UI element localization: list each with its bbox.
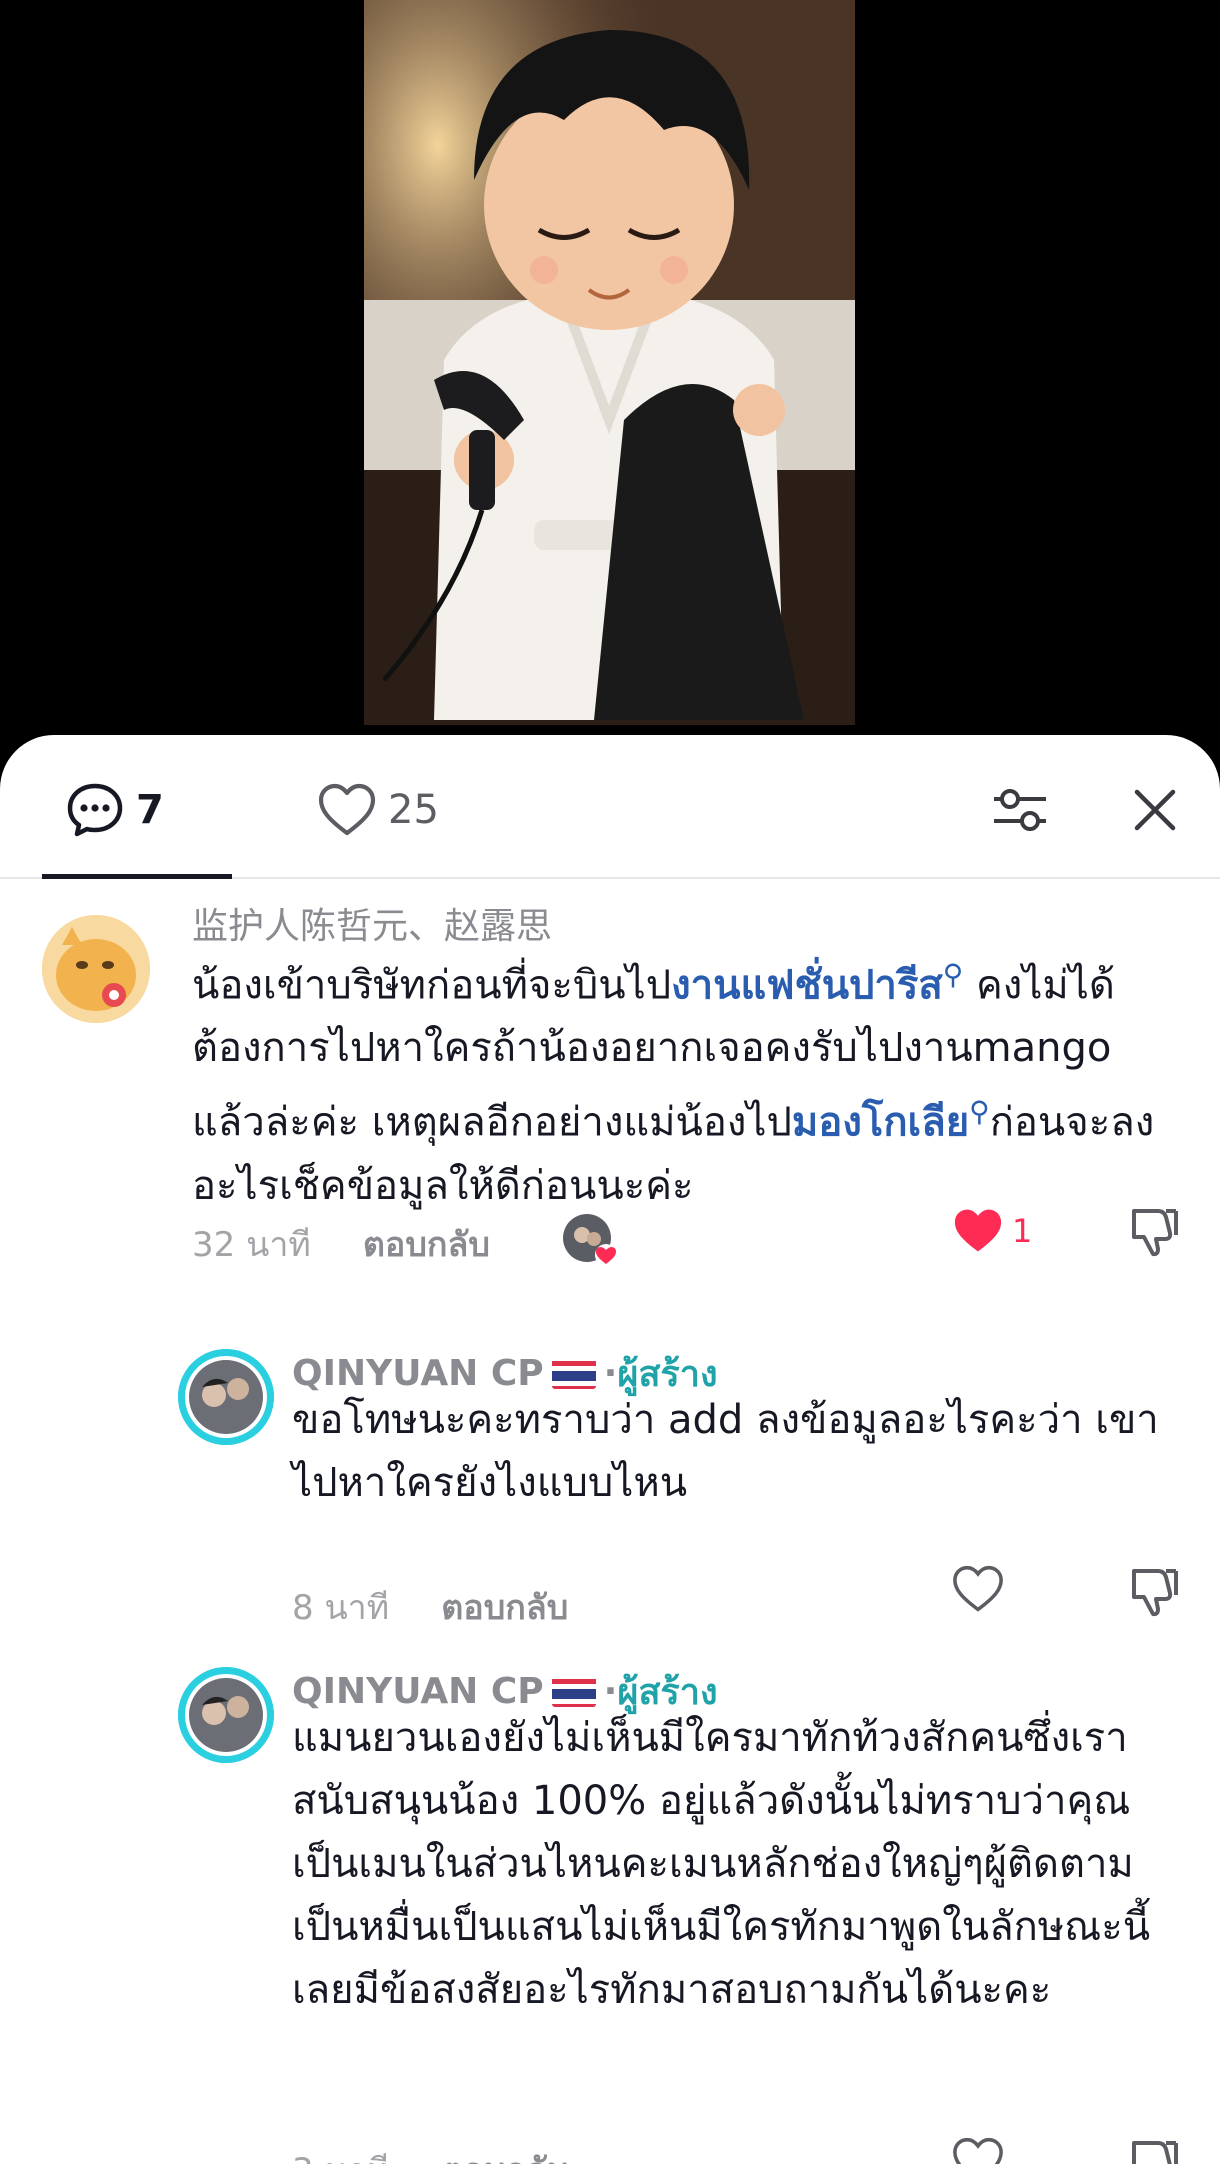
comment-text: น้องเข้าบริษัทก่อนที่จะบินไปงานแฟชั่นปาร… (192, 958, 1155, 1209)
comment-username[interactable]: 监护人陈哲元、赵露思 (192, 897, 552, 949)
thumbs-down-icon (1132, 1569, 1178, 1617)
comments-header: 7 25 (0, 735, 1220, 879)
comment-meta: 3 นาที ตอบกลับ (292, 2143, 568, 2164)
reply-item: QINYUAN CP · ผู้สร้าง ขอโทษนะคะทราบว่า a… (0, 1335, 1220, 1635)
like-button[interactable] (952, 2137, 1004, 2164)
filter-button[interactable] (985, 775, 1055, 845)
comment-text: ขอโทษนะคะทราบว่า add ลงข้อมูลอะไรคะว่า เ… (292, 1397, 1159, 1506)
avatar[interactable] (178, 1349, 274, 1445)
heart-outline-icon (953, 2137, 1003, 2164)
reply-button[interactable]: ตอบกลับ (441, 1580, 568, 1634)
thumbs-down-icon (1132, 2141, 1178, 2164)
reply-button[interactable]: ตอบกลับ (363, 1217, 490, 1271)
reply-item: QINYUAN CP · ผู้สร้าง แมนยวนเองยังไม่เห็… (0, 1653, 1220, 2164)
keyword-link[interactable]: มองโกเลีย (792, 1100, 969, 1146)
heart-outline-icon (318, 783, 376, 836)
dislike-button[interactable] (1128, 1205, 1180, 1257)
comment-time: 32 นาที (192, 1225, 311, 1265)
avatar[interactable] (42, 915, 150, 1023)
like-button[interactable] (952, 1565, 1004, 1613)
separator: · (603, 1353, 618, 1394)
creator-liked-avatar (562, 1213, 617, 1266)
thumbs-down-icon (1132, 1209, 1178, 1257)
comment-time: 8 นาที (292, 1588, 390, 1628)
keyword-link[interactable]: งานแฟชั่นปารีส (671, 962, 943, 1008)
comment-bubble-icon (67, 783, 123, 837)
comments-count: 7 (136, 787, 164, 833)
tab-likes[interactable]: 25 (318, 775, 439, 845)
close-icon (1134, 789, 1176, 831)
heart-filled-icon (954, 1209, 1002, 1252)
thai-flag-icon (551, 1359, 596, 1389)
video-player[interactable] (0, 0, 1220, 735)
close-button[interactable] (1120, 775, 1190, 845)
likes-count: 25 (388, 787, 439, 833)
dislike-button[interactable] (1128, 2137, 1180, 2164)
search-icon[interactable]: ⚲ (969, 1095, 990, 1128)
reply-button[interactable]: ตอบกลับ (441, 2143, 568, 2164)
thai-flag-icon (551, 1677, 596, 1707)
comment-meta: 32 นาที ตอบกลับ (192, 1217, 490, 1271)
comment-text: แมนยวนเองยังไม่เห็นมีใครมาทักท้วงสักคนซึ… (292, 1715, 1151, 2013)
separator: · (603, 1671, 618, 1712)
video-thumbnail[interactable] (364, 0, 855, 725)
comment-time: 3 นาที (292, 2143, 389, 2164)
tab-comments[interactable]: 7 (66, 775, 164, 845)
dislike-button[interactable] (1128, 1565, 1180, 1617)
username-label[interactable]: QINYUAN CP (292, 1671, 544, 1712)
avatar[interactable] (178, 1667, 274, 1763)
comment-item: 监护人陈哲元、赵露思 น้องเข้าบริษัทก่อนที่จะบินไปง… (0, 877, 1220, 1277)
comment-meta: 8 นาที ตอบกลับ (292, 1580, 568, 1634)
heart-outline-icon (953, 1565, 1003, 1612)
like-button[interactable]: 1 (952, 1207, 1032, 1255)
like-count: 1 (1012, 1212, 1033, 1250)
sliders-icon (994, 789, 1046, 831)
search-icon[interactable]: ⚲ (943, 958, 964, 991)
comments-sheet: 7 25 监护人陈哲元、赵露思 น้องเข้าบริษัทก่อนที่จะบ… (0, 735, 1220, 2164)
username-label[interactable]: QINYUAN CP (292, 1353, 544, 1394)
